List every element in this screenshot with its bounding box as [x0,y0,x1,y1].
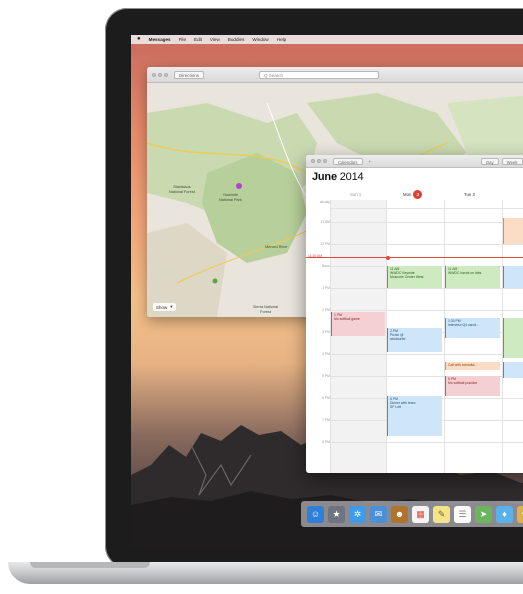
month-name: June [312,171,337,183]
view-week-tab[interactable]: Week [501,158,523,165]
map-label: Yosemite National Park [219,193,242,202]
calendar-event[interactable] [503,266,523,288]
window-controls[interactable] [311,159,327,163]
calendars-button[interactable]: Calendars [333,157,363,165]
time-label: 5 PM [322,374,330,378]
month-title: June 2014 [312,171,364,183]
year: 2014 [339,171,364,183]
calendar-event[interactable] [503,362,523,378]
safari-icon[interactable]: ✲ [349,505,366,523]
current-time-label: 11:30 AM [308,254,323,258]
day-label: Tue 3 [464,191,475,197]
menu-item-file[interactable]: File [179,37,186,42]
map-label: Merced River [265,245,288,249]
calendar-event[interactable]: 1:30 PM Interview Q4 candi... [445,318,500,338]
view-switcher: Day Week [481,158,523,165]
menu-item-view[interactable]: View [210,37,220,42]
time-label: all-day [320,200,330,204]
photos-icon[interactable]: ✿ [517,505,523,523]
hour-line [330,244,523,245]
menu-item-buddies[interactable]: Buddies [228,37,245,42]
laptop-notch [30,562,150,568]
window-controls[interactable] [152,72,168,77]
time-label: 4 PM [322,352,330,356]
hour-line [330,442,523,443]
calendar-event[interactable]: 5 PM Mo softball practice [445,376,500,396]
day-header-tue[interactable]: Tue 3 [464,189,475,199]
reminders-icon[interactable]: ☰ [454,505,471,523]
current-time-line [306,256,523,260]
calendar-event[interactable]: 6 PM Dinner with team SF Loft [387,396,442,436]
day-label: Mon [403,191,412,197]
calendar-event[interactable] [503,318,523,358]
day-column-sun[interactable] [330,200,386,473]
menu-app-name[interactable]: Messages [149,37,171,42]
chevron-down-icon: ▾ [170,304,173,309]
show-label: Show [156,304,168,310]
messages-icon[interactable]: ♦ [496,505,513,523]
maps-search-input[interactable]: Q Search [259,71,379,79]
menu-item-edit[interactable]: Edit [194,37,202,42]
hour-line [330,288,523,289]
contacts-icon[interactable]: ☻ [391,505,408,523]
week-grid[interactable]: all-day 11 AM 12 PM Noon 1 PM 2 PM 3 PM … [306,200,523,473]
calendar-event[interactable] [503,218,523,244]
maps-icon[interactable]: ➤ [475,505,492,523]
calendar-event[interactable]: 11 AM WWDC hands on labs [445,266,500,288]
time-label: 6 PM [322,396,330,400]
time-label: 1 PM [322,286,330,290]
marketing-screenshot: ● Messages File Edit View Buddies Window… [0,0,523,594]
today-badge: 2 [413,189,423,199]
time-label: Noon [321,264,330,268]
time-label: 11 AM [320,220,330,224]
mail-icon[interactable]: ✉ [370,505,387,523]
laptop-base [0,562,523,594]
time-label: 3 PM [322,330,330,334]
calendar-window: Calendars + Day Week June 2014 Sun 1 Mon… [306,155,523,473]
calendar-event[interactable]: 1 PM Mo softball game [331,312,385,336]
day-header-mon[interactable]: Mon 2 [403,189,423,199]
map-label: Sierra National Forest [253,305,279,314]
time-label: 2 PM [322,308,330,312]
maps-show-control[interactable]: Show ▾ [153,303,176,311]
time-label: 8 PM [322,440,330,444]
desktop-screen: ● Messages File Edit View Buddies Window… [131,35,523,547]
directions-button[interactable]: Directions [174,70,205,79]
calendar-icon[interactable]: ▦ [412,505,429,523]
add-event-icon[interactable]: + [369,159,372,164]
time-label: 12 PM [320,242,330,246]
calendar-event[interactable]: 11 AM WWDC Keynote Moscone Center West [387,266,442,288]
menu-item-window[interactable]: Window [252,37,268,42]
hour-line [330,354,523,355]
view-day-tab[interactable]: Day [481,158,499,165]
hour-line [330,310,523,311]
current-time-dot [386,256,390,260]
map-label: Stanislaus National Forest [169,185,195,194]
finder-icon[interactable]: ☺ [307,505,324,523]
hour-line [330,222,523,223]
day-label: Sun 1 [350,191,362,197]
dock: ☺ ★ ✲ ✉ ☻ ▦ ✎ ☰ ➤ ♦ ✿ ♫ [301,501,523,527]
menu-item-help[interactable]: Help [277,37,286,42]
calendar-event[interactable]: Call with consulta... [445,362,500,370]
hour-line [330,208,523,209]
day-header-sun[interactable]: Sun 1 [350,189,361,199]
time-label: 7 PM [322,418,330,422]
apple-menu-icon[interactable]: ● [137,35,141,44]
menu-bar: ● Messages File Edit View Buddies Window… [131,35,523,44]
calendar-event[interactable]: 2 PM Picnic @ windsurfer [387,328,442,352]
launchpad-icon[interactable]: ★ [328,505,345,523]
notes-icon[interactable]: ✎ [433,505,450,523]
